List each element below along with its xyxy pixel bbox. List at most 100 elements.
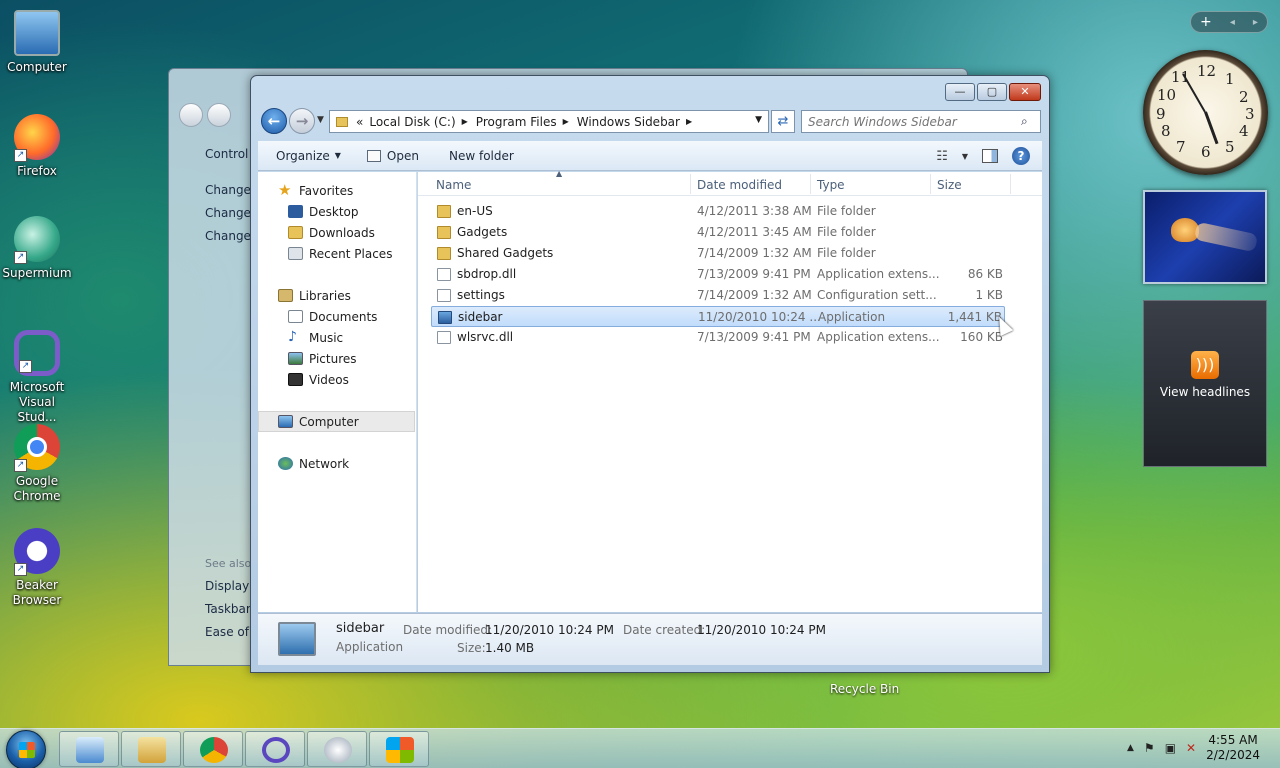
network-status-icon[interactable]: ▣ (1165, 741, 1176, 755)
help-icon[interactable]: ? (1012, 147, 1030, 165)
clock-gadget[interactable]: 12 1 2 3 4 5 6 7 8 9 10 11 (1143, 50, 1268, 175)
view-dropdown-icon[interactable]: ▼ (962, 152, 968, 161)
file-list: Name ▲ Date modified Type Size en-US 4/1… (418, 169, 1042, 612)
change-view-icon[interactable]: ☷ (936, 149, 948, 164)
bg-link[interactable]: Change (205, 206, 251, 220)
search-icon[interactable]: ⌕ (1021, 114, 1028, 129)
bg-link[interactable]: Control I (205, 147, 256, 161)
bg-link[interactable]: Change (205, 229, 251, 243)
recent-pages-dropdown-icon[interactable]: ▼ (317, 115, 324, 125)
add-gadget-button[interactable]: + (1200, 14, 1212, 30)
desktop-icon-chrome[interactable]: ↗ Google Chrome (0, 424, 74, 504)
breadcrumb-chevron-icon[interactable]: ▶ (563, 117, 569, 126)
bg-link[interactable]: Change (205, 183, 251, 197)
taskbar-explorer[interactable] (121, 731, 181, 767)
column-divider[interactable] (930, 174, 931, 194)
column-divider[interactable] (810, 174, 811, 194)
column-name[interactable]: Name (436, 178, 471, 192)
close-button[interactable]: ✕ (1009, 83, 1041, 101)
new-folder-button[interactable]: New folder (449, 149, 514, 163)
nav-desktop[interactable]: Desktop (258, 201, 415, 222)
breadcrumb-program-files[interactable]: Program Files (476, 115, 557, 129)
show-hidden-icons-icon[interactable]: ▲ (1127, 743, 1134, 753)
forward-arrow-icon[interactable]: → (289, 108, 315, 134)
column-type[interactable]: Type (817, 178, 845, 192)
gadget-next-button[interactable]: ▸ (1253, 17, 1258, 28)
bg-link[interactable]: Display (205, 579, 249, 593)
nav-computer[interactable]: Computer (258, 411, 415, 432)
nav-documents[interactable]: Documents (258, 306, 415, 327)
file-row[interactable]: wlsrvc.dll 7/13/2009 9:41 PM Application… (431, 327, 1005, 348)
taskbar-visual-studio[interactable] (245, 731, 305, 767)
libraries-icon (278, 289, 293, 302)
taskbar-media-player[interactable] (307, 731, 367, 767)
breadcrumb-chevron-icon[interactable]: ▶ (686, 117, 692, 126)
maximize-button[interactable]: ▢ (977, 83, 1007, 101)
clock-number: 6 (1201, 143, 1211, 161)
column-divider[interactable] (1010, 174, 1011, 194)
back-arrow-icon[interactable]: ← (261, 108, 287, 134)
column-divider[interactable] (690, 174, 691, 194)
address-overflow[interactable]: « (356, 115, 363, 129)
nav-downloads[interactable]: Downloads (258, 222, 415, 243)
file-row[interactable]: sbdrop.dll 7/13/2009 9:41 PM Application… (431, 264, 1005, 285)
desktop-icon-supermium[interactable]: ↗ Supermium (0, 216, 74, 281)
start-button[interactable] (6, 730, 46, 768)
nav-favorites[interactable]: ★ Favorites (258, 180, 415, 201)
refresh-icon[interactable]: ⇄ (771, 110, 795, 133)
bg-link[interactable]: Taskbar (205, 602, 251, 616)
nav-network[interactable]: Network (258, 453, 415, 474)
address-row: ← → ▼ « Local Disk (C:) ▶ Program Files … (259, 106, 1041, 134)
nav-music[interactable]: ♪ Music (258, 327, 415, 348)
address-bar[interactable]: « Local Disk (C:) ▶ Program Files ▶ Wind… (329, 110, 769, 133)
file-row[interactable]: settings 7/14/2009 1:32 AM Configuration… (431, 285, 1005, 306)
clock-date: 2/2/2024 (1206, 748, 1260, 762)
minimize-button[interactable]: — (945, 83, 975, 101)
search-input[interactable] (801, 110, 1041, 133)
clock-number: 5 (1225, 138, 1235, 156)
music-icon: ♪ (288, 329, 297, 345)
nav-libraries[interactable]: Libraries (258, 285, 415, 306)
nav-pictures[interactable]: Pictures (258, 348, 415, 369)
nav-recent-places[interactable]: Recent Places (258, 243, 415, 264)
volume-muted-icon[interactable]: ✕ (1186, 741, 1196, 755)
clock-number: 2 (1239, 88, 1249, 106)
column-date[interactable]: Date modified (697, 178, 782, 192)
shortcut-arrow-icon: ↗ (14, 563, 27, 576)
gadget-prev-button[interactable]: ◂ (1230, 17, 1235, 28)
address-dropdown-icon[interactable]: ▼ (755, 115, 762, 125)
explorer-window[interactable]: — ▢ ✕ ← → ▼ « Local Disk (C:) ▶ Program … (250, 75, 1050, 673)
desktop-icon-computer[interactable]: Computer (0, 10, 74, 75)
clock-time: 4:55 AM (1208, 733, 1258, 747)
taskbar-clock[interactable]: 4:55 AM 2/2/2024 (1206, 733, 1260, 763)
forward-button[interactable] (207, 103, 231, 127)
file-row[interactable]: en-US 4/12/2011 3:38 AM File folder (431, 201, 1005, 222)
desktop-icon-beaker[interactable]: ↗ Beaker Browser (0, 528, 74, 608)
nav-videos[interactable]: Videos (258, 369, 415, 390)
desktop-icon-label: Computer (7, 60, 67, 74)
column-size[interactable]: Size (937, 178, 962, 192)
chevron-down-icon: ▼ (334, 151, 341, 160)
file-row[interactable]: Gadgets 4/12/2011 3:45 AM File folder (431, 222, 1005, 243)
file-name: Gadgets (457, 225, 508, 239)
preview-pane-icon[interactable] (982, 149, 998, 163)
breadcrumb-windows-sidebar[interactable]: Windows Sidebar (577, 115, 680, 129)
open-button[interactable]: Open (366, 148, 419, 163)
taskbar-control-panel[interactable] (59, 731, 119, 767)
action-center-flag-icon[interactable]: ⚑ (1144, 741, 1155, 755)
desktop-icon-visual-studio[interactable]: ↗ Microsoft Visual Stud... (0, 330, 74, 425)
file-row-selected[interactable]: sidebar 11/20/2010 10:24 ... Application… (431, 306, 1005, 327)
taskbar-chrome[interactable] (183, 731, 243, 767)
slideshow-gadget[interactable] (1143, 190, 1267, 284)
open-label: Open (386, 148, 419, 163)
breadcrumb-chevron-icon[interactable]: ▶ (462, 117, 468, 126)
gadget-toolbar: + ◂ ▸ (1190, 11, 1268, 33)
desktop-icon-firefox[interactable]: ↗ Firefox (0, 114, 74, 179)
file-row[interactable]: Shared Gadgets 7/14/2009 1:32 AM File fo… (431, 243, 1005, 264)
taskbar-windows-app[interactable] (369, 731, 429, 767)
breadcrumb-local-disk[interactable]: Local Disk (C:) (369, 115, 455, 129)
recycle-bin-label[interactable]: Recycle Bin (830, 682, 899, 696)
back-button[interactable] (179, 103, 203, 127)
feed-headlines-gadget[interactable]: ))) View headlines (1143, 300, 1267, 467)
organize-button[interactable]: Organize ▼ (276, 149, 341, 163)
